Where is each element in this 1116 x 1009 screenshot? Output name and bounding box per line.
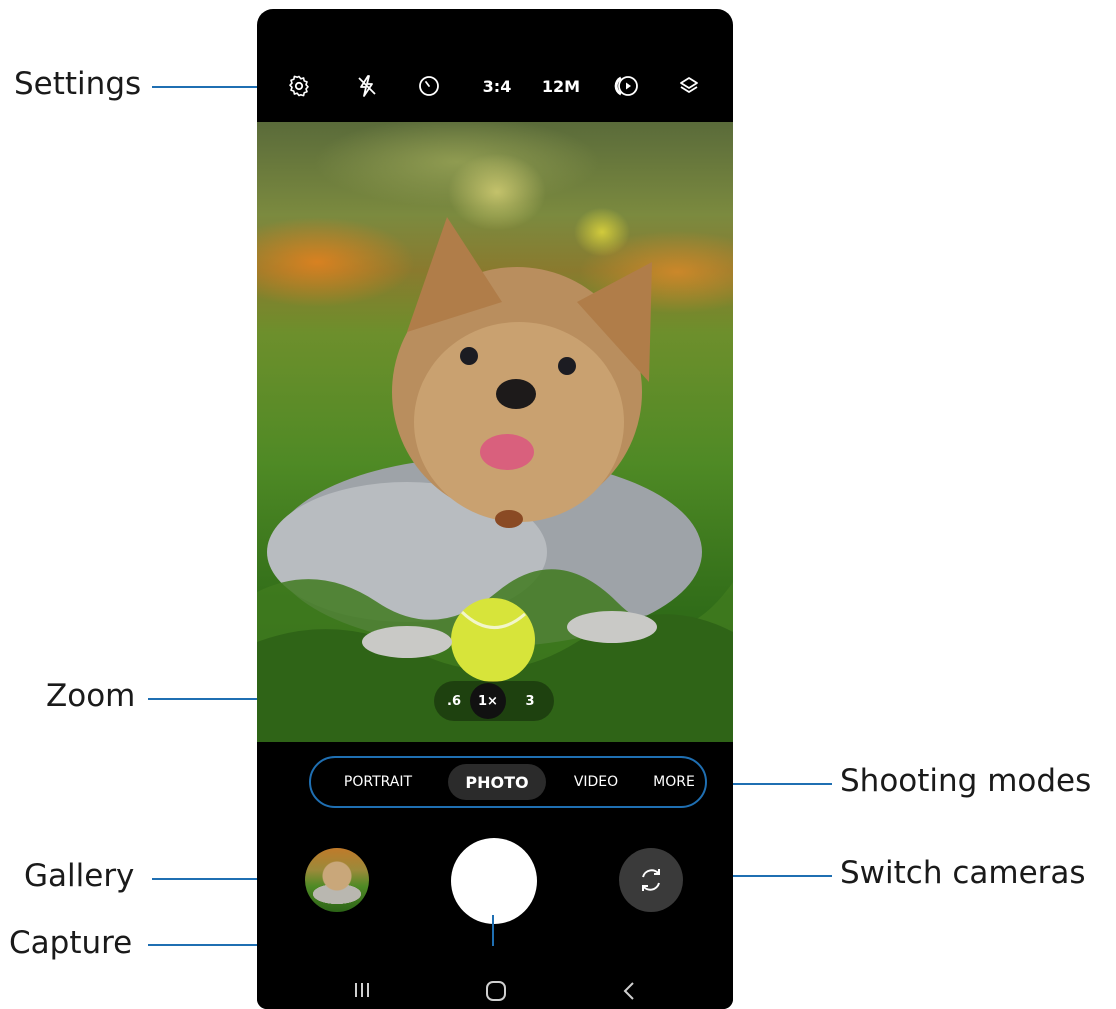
phone-screen: 3:4 12M .6 1× 3 PORTRAIT PHOTO VIDEO MOR… xyxy=(257,9,733,1009)
dog-preview-image xyxy=(257,217,733,742)
capture-button[interactable] xyxy=(451,838,537,924)
zoom-3-button[interactable]: 3 xyxy=(514,681,546,721)
shooting-modes-callout: Shooting modes xyxy=(840,763,1092,799)
layers-icon[interactable] xyxy=(675,73,703,99)
recent-apps-icon[interactable] xyxy=(353,980,371,1004)
settings-callout: Settings xyxy=(14,66,142,102)
mode-video[interactable]: VIDEO xyxy=(563,774,629,790)
gear-icon[interactable] xyxy=(285,73,313,99)
zoom-0-6-button[interactable]: .6 xyxy=(438,681,470,721)
mode-more[interactable]: MORE xyxy=(647,774,701,790)
camera-toolbar: 3:4 12M xyxy=(257,9,733,122)
camera-viewfinder[interactable] xyxy=(257,122,733,742)
zoom-1x-button[interactable]: 1× xyxy=(470,683,506,719)
switch-cameras-callout: Switch cameras xyxy=(840,855,1086,891)
flash-off-icon[interactable] xyxy=(353,73,381,99)
mode-photo[interactable]: PHOTO xyxy=(448,764,546,800)
back-icon[interactable] xyxy=(621,980,637,1006)
motion-photo-icon[interactable] xyxy=(611,73,641,99)
mode-portrait[interactable]: PORTRAIT xyxy=(331,774,425,790)
shooting-modes-bar: PORTRAIT PHOTO VIDEO MORE xyxy=(309,756,707,808)
zoom-control: .6 1× 3 xyxy=(434,681,554,721)
resolution-button[interactable]: 12M xyxy=(539,73,583,99)
gallery-callout: Gallery xyxy=(24,858,135,894)
gallery-thumbnail[interactable] xyxy=(305,848,369,912)
camera-bottom-panel: PORTRAIT PHOTO VIDEO MORE xyxy=(257,742,733,1009)
switch-camera-icon xyxy=(642,869,660,891)
aspect-ratio-button[interactable]: 3:4 xyxy=(475,73,519,99)
zoom-callout: Zoom xyxy=(46,678,136,714)
timer-icon[interactable] xyxy=(415,73,443,99)
switch-camera-button[interactable] xyxy=(619,848,683,912)
system-nav-bar xyxy=(257,974,733,1009)
capture-callout: Capture xyxy=(9,925,133,961)
capture-leader-vertical xyxy=(492,915,494,946)
home-icon[interactable] xyxy=(485,980,507,1006)
